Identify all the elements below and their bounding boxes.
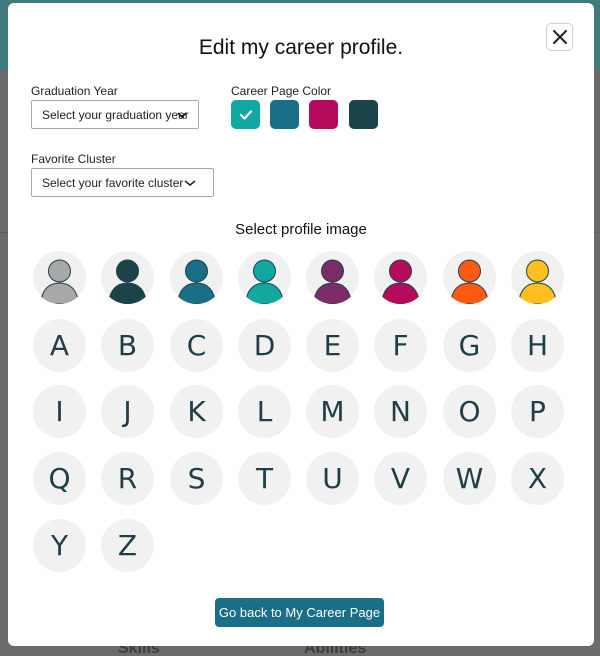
avatar-letter: L [256,394,273,428]
avatar-letter: M [320,394,345,428]
person-icon [245,259,284,304]
background-divider [594,232,600,233]
person-icon [177,259,216,304]
avatar-letter: U [322,461,343,495]
letter-avatar-option[interactable]: M [306,385,359,438]
person-icon [518,259,557,304]
letter-avatar-option[interactable]: G [443,319,496,372]
avatar-letter: X [527,461,548,495]
color-swatch[interactable] [349,100,378,129]
person-avatar-option[interactable] [374,251,427,304]
edit-profile-modal: Edit my career profile. Graduation Year … [8,3,594,646]
letter-avatar-option[interactable]: N [374,385,427,438]
avatar-letter: Z [117,528,138,562]
letter-avatar-option[interactable]: P [511,385,564,438]
person-avatar-option[interactable] [511,251,564,304]
letter-avatar-option[interactable]: L [238,385,291,438]
avatar-letter: Y [50,528,69,562]
letter-avatar-option[interactable]: D [238,319,291,372]
career-page-color-label: Career Page Color [231,84,332,98]
avatar-letter: N [390,394,411,428]
person-avatar-option[interactable] [33,251,86,304]
avatar-letter: Q [48,461,71,495]
letter-avatar-option[interactable]: K [170,385,223,438]
letter-avatar-option[interactable]: S [170,452,223,505]
back-to-career-page-button[interactable]: Go back to My Career Page [215,598,384,627]
avatar-letter: B [117,328,138,362]
avatar-letter: V [390,461,411,495]
favorite-cluster-value: Select your favorite cluster [42,175,184,190]
avatar-letter: H [526,328,549,362]
letter-avatar-option[interactable]: R [101,452,154,505]
graduation-year-select[interactable]: Select your graduation year [31,100,199,129]
person-avatar-option[interactable] [443,251,496,304]
avatar-letter: A [49,328,70,362]
letter-avatar-option[interactable]: F [374,319,427,372]
avatar-letter: R [117,461,138,495]
letter-avatar-option[interactable]: W [443,452,496,505]
person-icon [108,259,147,304]
color-swatch[interactable] [309,100,338,129]
avatar-letter: I [55,394,64,428]
avatar-letter: E [323,328,342,362]
chevron-down-icon [177,112,187,119]
letter-avatar-option[interactable]: H [511,319,564,372]
avatar-letter: F [392,328,409,362]
letter-avatar-option[interactable]: O [443,385,496,438]
avatar-letter: G [458,328,481,362]
person-avatar-option[interactable] [101,251,154,304]
background-divider [0,232,8,233]
avatar-letter: S [187,461,206,495]
letter-avatar-option[interactable]: T [238,452,291,505]
avatar-letter: W [455,461,484,495]
favorite-cluster-select[interactable]: Select your favorite cluster [31,168,214,197]
favorite-cluster-label: Favorite Cluster [31,152,116,166]
letter-avatar-option[interactable]: J [101,385,154,438]
avatar-letter: K [187,394,206,428]
avatar-letter: O [458,394,481,428]
letter-avatar-option[interactable]: Y [33,519,86,572]
profile-image-heading: Select profile image [235,221,367,238]
letter-avatar-option[interactable]: U [306,452,359,505]
check-icon [239,109,252,120]
avatar-letter: P [529,394,546,428]
graduation-year-value: Select your graduation year [42,107,189,122]
person-icon [450,259,489,304]
letter-avatar-option[interactable]: I [33,385,86,438]
letter-avatar-option[interactable]: A [33,319,86,372]
avatar-letter: C [186,328,207,362]
avatar-letter: D [253,328,276,362]
person-icon [40,259,79,304]
avatar-letter: J [123,394,132,428]
modal-title: Edit my career profile. [198,36,404,59]
graduation-year-label: Graduation Year [31,84,118,98]
person-avatar-option[interactable] [170,251,223,304]
letter-avatar-option[interactable]: Z [101,519,154,572]
letter-avatar-option[interactable]: Q [33,452,86,505]
person-avatar-option[interactable] [238,251,291,304]
avatar-letter: T [255,461,274,495]
person-icon [313,259,352,304]
person-icon [381,259,420,304]
letter-avatar-option[interactable]: C [170,319,223,372]
letter-avatar-option[interactable]: X [511,452,564,505]
color-swatch[interactable] [231,100,260,129]
letter-avatar-option[interactable]: B [101,319,154,372]
letter-avatar-option[interactable]: V [374,452,427,505]
chevron-down-icon [184,180,196,186]
letter-avatar-option[interactable]: E [306,319,359,372]
color-swatch[interactable] [270,100,299,129]
person-avatar-option[interactable] [306,251,359,304]
